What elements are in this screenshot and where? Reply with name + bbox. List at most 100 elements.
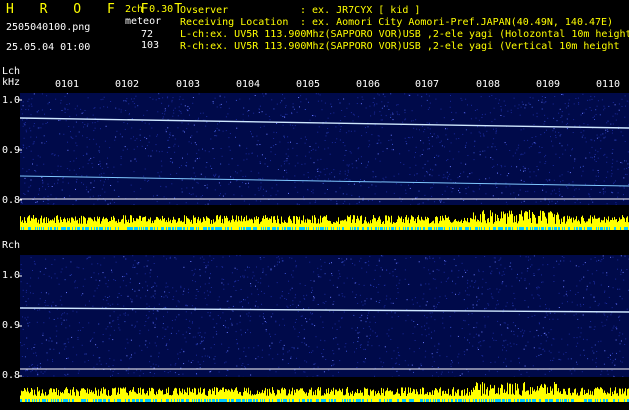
noise-pixel [196, 152, 198, 154]
meter-bar [599, 217, 600, 230]
meter-base [501, 227, 502, 230]
meter-base [535, 227, 536, 230]
noise-pixel [28, 98, 30, 100]
noise-pixel [477, 287, 479, 289]
noise-pixel [368, 146, 370, 148]
noise-pixel [368, 312, 370, 314]
noise-pixel [422, 298, 424, 300]
meter-bar [451, 222, 452, 230]
meter-bar [138, 219, 139, 230]
meter-bar [193, 392, 194, 402]
noise-pixel [544, 132, 545, 134]
noise-pixel [22, 296, 24, 297]
meter-base [301, 227, 302, 230]
noise-pixel [144, 273, 146, 275]
noise-pixel [563, 257, 565, 259]
meter-base [299, 399, 300, 402]
noise-pixel [622, 356, 624, 358]
noise-pixel [384, 305, 386, 307]
noise-pixel [217, 123, 218, 125]
noise-pixel [459, 175, 461, 177]
noise-pixel [276, 184, 278, 186]
noise-pixel [367, 341, 369, 343]
noise-pixel [555, 193, 557, 195]
noise-pixel [140, 370, 142, 372]
noise-pixel [457, 356, 459, 358]
meter-bar [54, 389, 55, 402]
meter-base [536, 227, 537, 230]
meter-base [77, 227, 78, 230]
noise-pixel [449, 106, 451, 108]
meter-base [68, 227, 69, 230]
noise-pixel [519, 280, 520, 282]
noise-pixel [286, 178, 288, 180]
noise-pixel [399, 355, 401, 357]
noise-pixel [70, 131, 71, 133]
noise-pixel [214, 131, 216, 133]
noise-pixel [339, 170, 341, 172]
meter-base [222, 399, 223, 402]
meter-base [274, 227, 275, 230]
noise-pixel [134, 290, 136, 292]
noise-pixel [370, 328, 372, 330]
noise-pixel [97, 263, 99, 265]
noise-pixel [595, 161, 597, 162]
noise-pixel [155, 99, 157, 101]
noise-pixel [372, 171, 374, 173]
noise-pixel [188, 360, 190, 362]
meter-bar [36, 217, 37, 230]
noise-pixel [507, 110, 509, 112]
noise-pixel [336, 329, 338, 330]
noise-pixel [453, 133, 455, 135]
noise-pixel [500, 110, 502, 112]
noise-pixel [156, 318, 157, 320]
meter-bar [52, 392, 53, 402]
noise-pixel [158, 93, 160, 95]
noise-pixel [64, 343, 66, 345]
noise-pixel [445, 134, 447, 136]
noise-pixel [384, 96, 386, 98]
noise-pixel [291, 346, 293, 348]
noise-pixel [57, 317, 59, 319]
noise-pixel [522, 166, 524, 168]
noise-pixel [238, 375, 240, 377]
noise-pixel [597, 151, 599, 153]
noise-pixel [497, 300, 499, 302]
noise-pixel [156, 135, 158, 137]
noise-pixel [551, 200, 553, 202]
noise-pixel [170, 158, 172, 159]
noise-pixel [75, 199, 77, 201]
noise-pixel [278, 366, 280, 368]
noise-pixel [418, 347, 420, 349]
noise-pixel [429, 256, 431, 258]
noise-pixel [158, 151, 160, 153]
meter-bar [618, 221, 619, 230]
noise-pixel [450, 365, 452, 367]
noise-pixel [450, 100, 451, 102]
noise-pixel [230, 181, 232, 183]
noise-pixel [100, 128, 101, 130]
noise-pixel [567, 171, 569, 173]
noise-pixel [494, 257, 496, 259]
noise-pixel [277, 256, 279, 258]
noise-pixel [31, 98, 33, 100]
noise-pixel [507, 324, 509, 326]
noise-pixel [383, 362, 385, 364]
noise-pixel [95, 279, 97, 281]
meter-base [275, 227, 276, 230]
noise-pixel [552, 103, 554, 105]
noise-pixel [295, 294, 296, 296]
noise-pixel [540, 200, 542, 202]
noise-pixel [130, 278, 131, 280]
meter-base [289, 399, 290, 402]
noise-pixel [194, 160, 196, 162]
meter-bar [229, 220, 230, 230]
noise-pixel [87, 256, 89, 258]
noise-pixel [228, 183, 230, 185]
noise-pixel [561, 111, 563, 113]
noise-pixel [238, 348, 240, 350]
noise-pixel [90, 339, 92, 341]
noise-pixel [250, 374, 252, 376]
noise-pixel [417, 94, 419, 96]
noise-pixel [23, 156, 25, 158]
